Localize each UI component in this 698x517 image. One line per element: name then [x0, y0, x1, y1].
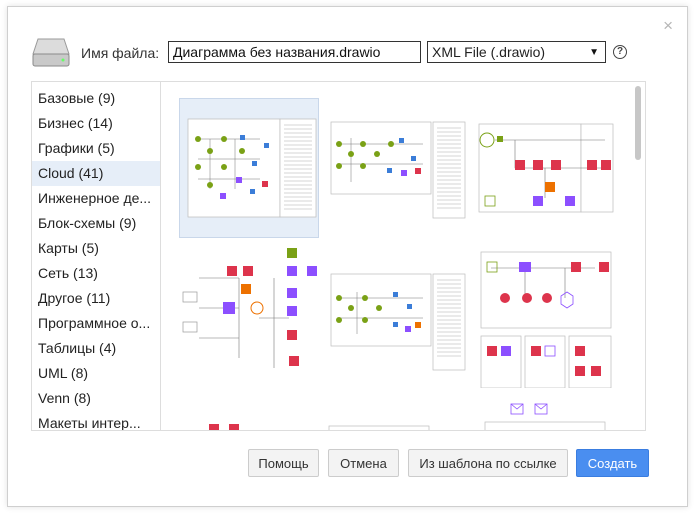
category-item[interactable]: Venn (8)	[32, 386, 160, 411]
filename-input[interactable]	[168, 41, 421, 63]
thumbnail-preview	[209, 424, 239, 430]
help-button[interactable]: Помощь	[248, 449, 319, 477]
chevron-down-icon: ▼	[589, 46, 599, 58]
create-button[interactable]: Создать	[576, 449, 649, 477]
drive-icon	[32, 38, 70, 67]
thumbnail-preview	[480, 251, 612, 389]
thumbnail-preview	[330, 121, 466, 219]
close-icon[interactable]: ×	[663, 17, 673, 34]
thumbnail-preview	[328, 425, 430, 430]
category-list: Базовые (9) Бизнес (14) Графики (5) Clou…	[31, 81, 160, 431]
scrollbar[interactable]	[635, 86, 641, 160]
category-item[interactable]: Инженерное де...	[32, 186, 160, 211]
category-item[interactable]: UML (8)	[32, 361, 160, 386]
template-thumbnail[interactable]	[327, 98, 467, 238]
category-item[interactable]: Графики (5)	[32, 136, 160, 161]
thumbnail-preview	[182, 248, 317, 368]
cancel-button[interactable]: Отмена	[328, 449, 399, 477]
category-item-selected[interactable]: Cloud (41)	[32, 161, 160, 186]
template-thumbnail[interactable]	[179, 98, 319, 238]
help-icon[interactable]: ?	[613, 45, 627, 59]
category-item[interactable]: Другое (11)	[32, 286, 160, 311]
thumbnail-preview	[187, 118, 317, 218]
template-thumbnail[interactable]	[475, 98, 615, 238]
thumbnail-preview	[478, 123, 614, 213]
thumbnail-preview	[484, 403, 606, 430]
filename-label: Имя файла:	[81, 45, 160, 61]
category-item[interactable]: Базовые (9)	[32, 86, 160, 111]
category-item[interactable]: Сеть (13)	[32, 261, 160, 286]
format-select[interactable]: XML File (.drawio) ▼	[427, 41, 606, 63]
template-thumbnail[interactable]	[327, 248, 467, 388]
thumbnail-preview	[330, 273, 466, 371]
template-thumbnail[interactable]	[327, 398, 467, 430]
template-thumbnail[interactable]	[475, 398, 615, 430]
template-grid	[160, 81, 646, 431]
category-item[interactable]: Программное о...	[32, 311, 160, 336]
template-thumbnail[interactable]	[179, 398, 319, 430]
category-item[interactable]: Бизнес (14)	[32, 111, 160, 136]
category-item[interactable]: Макеты интер...	[32, 411, 160, 430]
category-item[interactable]: Карты (5)	[32, 236, 160, 261]
from-url-button[interactable]: Из шаблона по ссылке	[408, 449, 568, 477]
category-item[interactable]: Таблицы (4)	[32, 336, 160, 361]
template-thumbnail[interactable]	[179, 248, 319, 388]
template-thumbnail[interactable]	[475, 248, 615, 389]
category-item[interactable]: Блок-схемы (9)	[32, 211, 160, 236]
format-select-value: XML File (.drawio)	[432, 44, 546, 60]
